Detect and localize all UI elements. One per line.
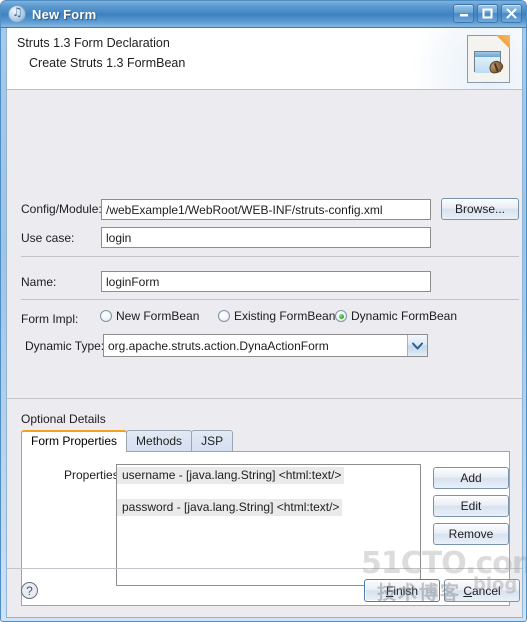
window-title: New Form <box>32 6 97 22</box>
chevron-down-icon[interactable] <box>407 335 427 356</box>
finish-button-mnemonic: F <box>385 583 394 598</box>
add-property-button[interactable]: Add <box>433 467 509 489</box>
radio-indicator-icon <box>218 310 230 322</box>
music-note-icon <box>8 5 26 23</box>
dialog-client-area: Struts 1.3 Form Declaration Create Strut… <box>6 28 523 618</box>
dynamic-type-label: Dynamic Type: <box>25 339 105 353</box>
divider-1 <box>21 256 519 257</box>
optional-details-tabs: Form Properties Methods JSP <box>21 430 234 452</box>
use-case-label: Use case: <box>21 231 75 245</box>
config-module-input[interactable] <box>101 199 431 220</box>
tab-methods[interactable]: Methods <box>126 430 193 452</box>
divider-2 <box>21 299 519 300</box>
tab-form-properties[interactable]: Form Properties <box>21 430 128 452</box>
dynamic-type-value: org.apache.struts.action.DynaActionForm <box>108 338 329 353</box>
name-input[interactable] <box>101 271 431 292</box>
radio-indicator-icon <box>100 310 112 322</box>
cancel-button-mnemonic: C <box>463 583 472 598</box>
window-title-bar: New Form <box>1 1 526 28</box>
config-module-label: Config/Module: <box>21 202 102 216</box>
list-item[interactable]: password - [java.lang.String] <html:text… <box>117 499 343 516</box>
header-title: Struts 1.3 Form Declaration <box>17 36 170 50</box>
dynamic-type-select[interactable]: org.apache.struts.action.DynaActionForm <box>103 334 428 357</box>
list-item[interactable]: username - [java.lang.String] <html:text… <box>117 467 345 484</box>
optional-details-label: Optional Details <box>21 412 110 426</box>
radio-existing-formbean[interactable]: Existing FormBean <box>218 309 335 323</box>
radio-dynamic-formbean[interactable]: Dynamic FormBean <box>335 309 457 323</box>
cancel-button[interactable]: Cancel <box>444 579 520 602</box>
properties-label: Properties: <box>64 468 123 482</box>
cancel-button-label: ancel <box>471 583 501 598</box>
wizard-header: Struts 1.3 Form Declaration Create Strut… <box>7 28 522 90</box>
remove-property-button[interactable]: Remove <box>433 523 509 545</box>
browse-button[interactable]: Browse... <box>441 198 519 220</box>
radio-existing-formbean-label: Existing FormBean <box>234 309 336 323</box>
use-case-input[interactable] <box>101 227 431 248</box>
radio-new-formbean[interactable]: New FormBean <box>100 309 199 323</box>
divider-3 <box>7 398 522 399</box>
finish-button[interactable]: Finish <box>364 579 440 602</box>
form-bean-document-icon <box>467 35 510 83</box>
window-controls <box>453 4 522 23</box>
new-form-dialog: New Form Struts 1.3 Form Declaration Cre… <box>0 0 527 622</box>
help-icon[interactable]: ? <box>21 582 38 599</box>
close-button[interactable] <box>501 4 522 23</box>
footer-divider <box>7 568 522 569</box>
tab-jsp[interactable]: JSP <box>191 430 234 452</box>
radio-indicator-selected-icon <box>335 310 347 322</box>
header-subtitle: Create Struts 1.3 FormBean <box>29 56 186 70</box>
radio-dynamic-formbean-label: Dynamic FormBean <box>351 309 458 323</box>
finish-button-label: inish <box>393 583 419 598</box>
dialog-body: Config/Module: Browse... Use case: Name:… <box>7 90 522 616</box>
maximize-button[interactable] <box>477 4 498 23</box>
edit-property-button[interactable]: Edit <box>433 495 509 517</box>
form-impl-label: Form Impl: <box>21 312 79 326</box>
radio-new-formbean-label: New FormBean <box>116 309 200 323</box>
minimize-button[interactable] <box>453 4 474 23</box>
name-label: Name: <box>21 275 57 289</box>
